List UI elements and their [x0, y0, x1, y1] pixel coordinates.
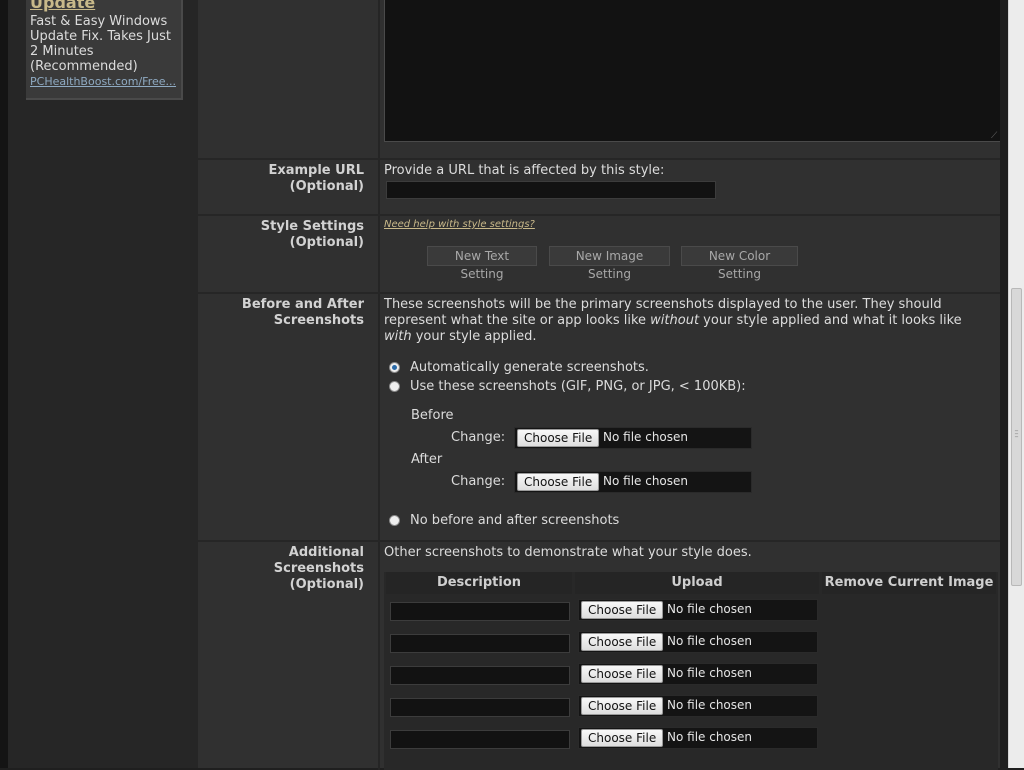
right-gutter — [1000, 0, 1008, 768]
screenshot-no-file-text: No file chosen — [667, 698, 753, 712]
screenshot-file-input[interactable]: Choose File No file chosen — [578, 663, 818, 685]
after-label: After — [411, 452, 443, 467]
screenshot-no-file-text: No file chosen — [667, 634, 753, 648]
screenshots-label: Before and After Screenshots — [242, 297, 364, 329]
screenshot-file-input[interactable]: Choose File No file chosen — [578, 631, 818, 653]
table-header-upload: Upload — [575, 572, 819, 594]
screenshots-label-line2: Screenshots — [273, 313, 364, 328]
after-choose-file-button[interactable]: Choose File — [517, 473, 600, 491]
table-header-remove: Remove Current Image — [822, 572, 996, 594]
use-screenshots-label: Use these screenshots (GIF, PNG, or JPG,… — [410, 379, 746, 394]
style-settings-label: Style Settings (Optional) — [261, 219, 364, 251]
scrollbar-thumb[interactable]: – – – — [1011, 288, 1022, 586]
screenshot-choose-file-button[interactable]: Choose File — [581, 729, 664, 747]
screenshots-desc-line2: represent what the site or app looks lik… — [384, 313, 962, 329]
description-label-cell — [198, 0, 380, 158]
sidebar-ad[interactable]: Update Fast & Easy Windows Update Fix. T… — [26, 0, 183, 100]
example-url-input[interactable] — [386, 181, 716, 199]
after-file-input[interactable]: Choose File No file chosen — [514, 471, 752, 493]
desc-line3-b: your style applied. — [411, 329, 537, 344]
additional-label-line1: Additional Screenshots — [273, 545, 364, 576]
screenshot-file-input[interactable]: Choose File No file chosen — [578, 599, 818, 621]
screenshots-desc-line1: These screenshots will be the primary sc… — [384, 297, 942, 312]
desc-line3-em: with — [384, 329, 412, 344]
ad-url-link[interactable]: PCHealthBoost.com/Free... — [30, 75, 181, 88]
desc-line2-b: your style applied and what it looks lik… — [699, 313, 962, 328]
after-change-label: Change: — [451, 474, 506, 489]
screenshot-no-file-text: No file chosen — [667, 602, 753, 616]
ad-title-link[interactable]: Update — [30, 0, 181, 12]
screenshot-no-file-text: No file chosen — [667, 666, 753, 680]
additional-description: Other screenshots to demonstrate what yo… — [384, 545, 752, 560]
screenshot-choose-file-button[interactable]: Choose File — [581, 697, 664, 715]
before-label: Before — [411, 408, 454, 423]
screenshot-no-file-text: No file chosen — [667, 730, 753, 744]
screenshot-description-input[interactable] — [390, 634, 570, 653]
desc-line2-em: without — [650, 313, 700, 328]
sidebar: Update Fast & Easy Windows Update Fix. T… — [8, 0, 198, 768]
table-header-description: Description — [386, 572, 572, 594]
before-file-input[interactable]: Choose File No file chosen — [514, 427, 752, 449]
auto-screenshots-radio[interactable] — [389, 362, 400, 373]
resize-grip-icon[interactable]: ⟋ — [991, 132, 999, 141]
screenshot-choose-file-button[interactable]: Choose File — [581, 633, 664, 651]
example-url-row: Example URL (Optional) Provide a URL tha… — [198, 158, 1000, 216]
new-color-setting-button[interactable]: New Color Setting — [681, 246, 798, 281]
additional-label: Additional Screenshots (Optional) — [198, 545, 364, 593]
screenshot-choose-file-button[interactable]: Choose File — [581, 601, 664, 619]
example-url-label-cell: Example URL (Optional) — [198, 160, 380, 216]
example-url-label-line1: Example URL — [268, 163, 364, 178]
example-url-prompt: Provide a URL that is affected by this s… — [384, 163, 665, 178]
new-text-setting-button[interactable]: New Text Setting — [427, 246, 537, 281]
auto-screenshots-label: Automatically generate screenshots. — [410, 360, 649, 375]
screenshot-choose-file-button[interactable]: Choose File — [581, 665, 664, 683]
screenshot-file-input[interactable]: Choose File No file chosen — [578, 695, 818, 717]
style-settings-row: Style Settings (Optional) Need help with… — [198, 214, 1000, 294]
ad-text: Fast & Easy Windows Update Fix. Takes Ju… — [30, 14, 171, 74]
desc-line2-a: represent what the site or app looks lik… — [384, 313, 651, 328]
screenshots-label-cell: Before and After Screenshots — [198, 294, 380, 542]
screenshots-label-line1: Before and After — [241, 297, 364, 312]
screenshot-description-input[interactable] — [390, 602, 570, 621]
before-change-label: Change: — [451, 430, 506, 445]
no-screenshots-label: No before and after screenshots — [410, 513, 620, 528]
screenshot-description-input[interactable] — [390, 666, 570, 685]
left-rail — [0, 0, 8, 768]
use-screenshots-radio[interactable] — [389, 381, 400, 392]
no-screenshots-radio[interactable] — [389, 515, 400, 526]
additional-label-cell: Additional Screenshots (Optional) — [198, 542, 380, 770]
screenshot-file-input[interactable]: Choose File No file chosen — [578, 727, 818, 749]
style-description-textarea[interactable]: ⟋ — [384, 0, 1001, 142]
example-url-label: Example URL (Optional) — [268, 163, 364, 195]
example-url-label-line2: (Optional) — [289, 179, 364, 194]
after-no-file-text: No file chosen — [603, 474, 689, 488]
screenshots-description: These screenshots will be the primary sc… — [384, 297, 962, 345]
style-settings-label-line2: (Optional) — [289, 235, 364, 250]
style-settings-label-line1: Style Settings — [260, 219, 364, 234]
screenshot-description-input[interactable] — [390, 698, 570, 717]
screenshot-description-input[interactable] — [390, 730, 570, 749]
style-settings-label-cell: Style Settings (Optional) — [198, 216, 380, 294]
style-settings-help-link[interactable]: Need help with style settings? — [384, 219, 535, 230]
before-choose-file-button[interactable]: Choose File — [517, 429, 600, 447]
page-scrollbar[interactable]: – – – — [1008, 0, 1024, 768]
screenshots-desc-line3: with your style applied. — [384, 329, 962, 345]
screenshots-row: Before and After Screenshots These scree… — [198, 292, 1000, 542]
scrollbar-grip-icon: – – – — [1014, 426, 1019, 441]
new-image-setting-button[interactable]: New Image Setting — [549, 246, 670, 281]
before-no-file-text: No file chosen — [603, 430, 689, 444]
additional-label-line2: (Optional) — [289, 577, 364, 592]
